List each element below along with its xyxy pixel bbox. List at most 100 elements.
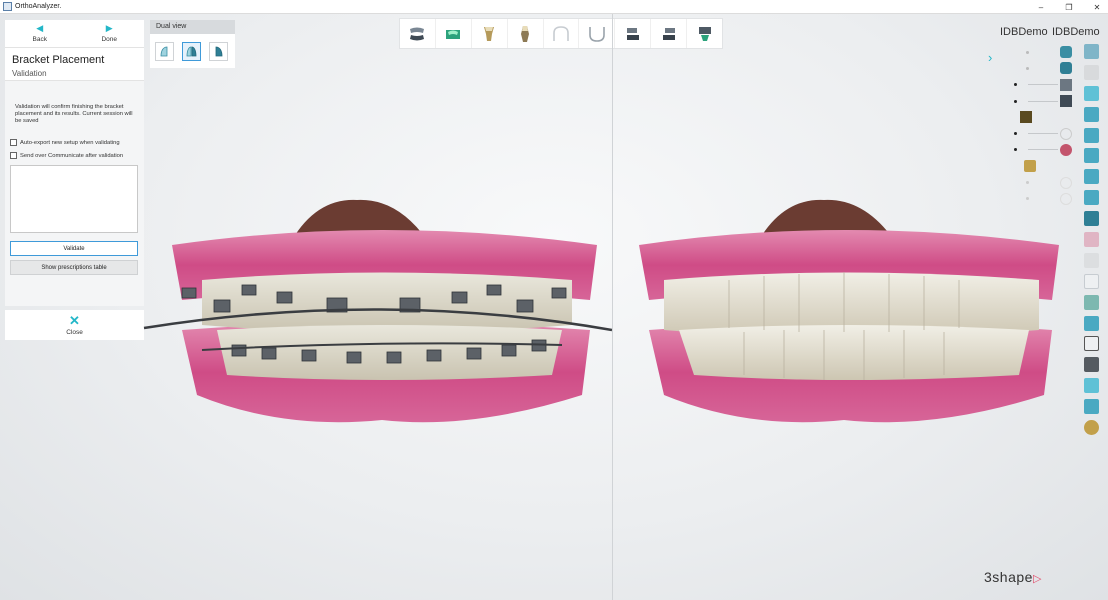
zoom-icon[interactable] bbox=[1084, 336, 1099, 352]
object-row-upper-brackets[interactable] bbox=[1012, 77, 1080, 93]
upper-gingiva-icon bbox=[1060, 127, 1072, 140]
model-without-brackets bbox=[639, 199, 1059, 423]
visibility-dot bbox=[1014, 148, 1017, 152]
visibility-dot bbox=[1026, 66, 1029, 70]
minimize-button[interactable]: – bbox=[1036, 3, 1046, 12]
object-row-lower-model[interactable] bbox=[1012, 60, 1080, 76]
arrow-left-icon: ◀ bbox=[36, 23, 44, 33]
extra-object-icon bbox=[1060, 176, 1072, 189]
tooth-side-icon[interactable] bbox=[472, 19, 508, 48]
step-subtitle: Validation bbox=[12, 69, 47, 78]
tooth-icon bbox=[1024, 160, 1036, 173]
auto-export-checkbox[interactable] bbox=[10, 139, 17, 146]
object-row-extra-1[interactable] bbox=[1012, 174, 1080, 190]
upper-brackets-icon bbox=[1060, 78, 1072, 91]
app-icon bbox=[3, 2, 12, 11]
step-body: Validation will confirm finishing the br… bbox=[5, 81, 144, 306]
model-with-brackets bbox=[143, 199, 613, 423]
lower-gingiva-icon bbox=[1060, 143, 1072, 156]
validate-button[interactable]: Validate bbox=[10, 241, 138, 256]
opacity-slider[interactable] bbox=[1028, 100, 1058, 102]
lower-arch-icon[interactable] bbox=[579, 19, 616, 48]
scan-label-right: IDBDemo bbox=[1052, 26, 1100, 38]
show-prescriptions-button[interactable]: Show prescriptions table bbox=[10, 260, 138, 275]
brand-name: 3shape bbox=[984, 569, 1033, 585]
workflow-panel: ◀ Back ▶ Done Bracket Placement Validati… bbox=[5, 20, 144, 340]
copy-view-4-icon[interactable] bbox=[1084, 169, 1099, 185]
arch-wire-icon[interactable] bbox=[1084, 399, 1099, 415]
visibility-dot bbox=[1014, 132, 1017, 136]
step-title: Bracket Placement bbox=[12, 54, 105, 66]
close-icon: ✕ bbox=[69, 313, 80, 328]
disabled-tool-icon[interactable] bbox=[1084, 252, 1099, 268]
bite-view-1-icon[interactable] bbox=[615, 19, 652, 48]
back-label: Back bbox=[32, 36, 47, 43]
upper-lower-view-icon[interactable] bbox=[400, 19, 436, 48]
done-button[interactable]: ▶ Done bbox=[75, 20, 145, 47]
notes-textarea[interactable] bbox=[10, 165, 138, 233]
visibility-dot bbox=[1014, 99, 1017, 103]
scan-label-left: IDBDemo bbox=[1000, 26, 1048, 38]
object-row-upper-gingiva[interactable] bbox=[1012, 125, 1080, 141]
brand-logo: 3shape▷ bbox=[984, 569, 1042, 585]
upper-model-icon bbox=[1060, 46, 1072, 59]
object-row-upper-model[interactable] bbox=[1012, 44, 1080, 60]
wire-icon bbox=[1020, 111, 1032, 124]
arrow-right-icon: ▶ bbox=[105, 23, 113, 33]
tooth-selection-icon[interactable] bbox=[1084, 232, 1099, 248]
rotate-view-icon[interactable] bbox=[1084, 44, 1099, 59]
section-icon[interactable] bbox=[1084, 294, 1099, 310]
occlusion-icon[interactable] bbox=[1084, 315, 1099, 331]
send-communicate-label: Send over Communicate after validation bbox=[20, 152, 124, 159]
copy-view-3-icon[interactable] bbox=[1084, 148, 1099, 164]
tooth-lingual-icon[interactable] bbox=[508, 19, 544, 48]
opacity-slider[interactable] bbox=[1028, 149, 1058, 151]
view-left-icon[interactable] bbox=[155, 41, 174, 61]
measure-icon[interactable] bbox=[1084, 273, 1099, 289]
step-header: Bracket Placement Validation bbox=[5, 48, 144, 81]
done-label: Done bbox=[101, 36, 118, 43]
send-communicate-checkbox[interactable] bbox=[10, 152, 17, 159]
object-row-lower-brackets[interactable] bbox=[1012, 93, 1080, 109]
opacity-slider[interactable] bbox=[1028, 84, 1058, 86]
object-row-wire[interactable] bbox=[1012, 109, 1080, 125]
copy-view-5-icon[interactable] bbox=[1084, 190, 1099, 206]
left-viewport-model[interactable] bbox=[142, 180, 613, 442]
texture-icon[interactable] bbox=[1084, 420, 1099, 436]
front-view-icon[interactable] bbox=[1084, 85, 1099, 101]
upper-arch-icon[interactable] bbox=[544, 19, 580, 48]
model-base-icon[interactable] bbox=[436, 19, 472, 48]
object-row-extra-2[interactable] bbox=[1012, 191, 1080, 207]
send-communicate-row[interactable]: Send over Communicate after validation bbox=[10, 152, 139, 159]
opacity-slider[interactable] bbox=[1028, 133, 1058, 135]
window-title: OrthoAnalyzer. bbox=[15, 3, 62, 10]
window-controls: – ❐ ✕ bbox=[1036, 0, 1102, 14]
brand-triangle-icon: ▷ bbox=[1032, 573, 1042, 585]
grid-icon[interactable] bbox=[1084, 211, 1099, 227]
auto-export-row[interactable]: Auto-export new setup when validating bbox=[10, 139, 139, 146]
copy-view-2-icon[interactable] bbox=[1084, 127, 1099, 143]
copy-view-1-icon[interactable] bbox=[1084, 106, 1099, 122]
bite-view-2-icon[interactable] bbox=[651, 19, 688, 48]
close-window-button[interactable]: ✕ bbox=[1092, 3, 1102, 12]
arch-form-icon[interactable] bbox=[1084, 378, 1099, 394]
view-both-icon[interactable] bbox=[182, 41, 201, 61]
occlusion-check-icon[interactable] bbox=[687, 19, 722, 48]
expand-panel-chevron-icon[interactable]: › bbox=[988, 50, 992, 65]
title-bar: OrthoAnalyzer. – ❐ ✕ bbox=[0, 0, 1108, 14]
reset-view-icon[interactable] bbox=[1084, 64, 1099, 80]
view-right-icon[interactable] bbox=[209, 41, 228, 61]
object-visibility-list bbox=[1012, 44, 1080, 207]
object-row-lower-gingiva[interactable] bbox=[1012, 142, 1080, 158]
visibility-dot bbox=[1026, 50, 1029, 54]
lower-brackets-icon bbox=[1060, 95, 1072, 108]
back-button[interactable]: ◀ Back bbox=[5, 20, 75, 47]
close-step-button[interactable]: ✕ Close bbox=[5, 310, 144, 340]
visibility-dot bbox=[1026, 181, 1029, 185]
right-viewport-model[interactable] bbox=[634, 180, 1064, 442]
camera-icon[interactable] bbox=[1084, 357, 1099, 373]
navigation-bar: ◀ Back ▶ Done bbox=[5, 20, 144, 48]
restore-button[interactable]: ❐ bbox=[1064, 3, 1074, 12]
object-row-tooth[interactable] bbox=[1012, 158, 1080, 174]
dual-view-panel: Dual view bbox=[150, 20, 235, 68]
